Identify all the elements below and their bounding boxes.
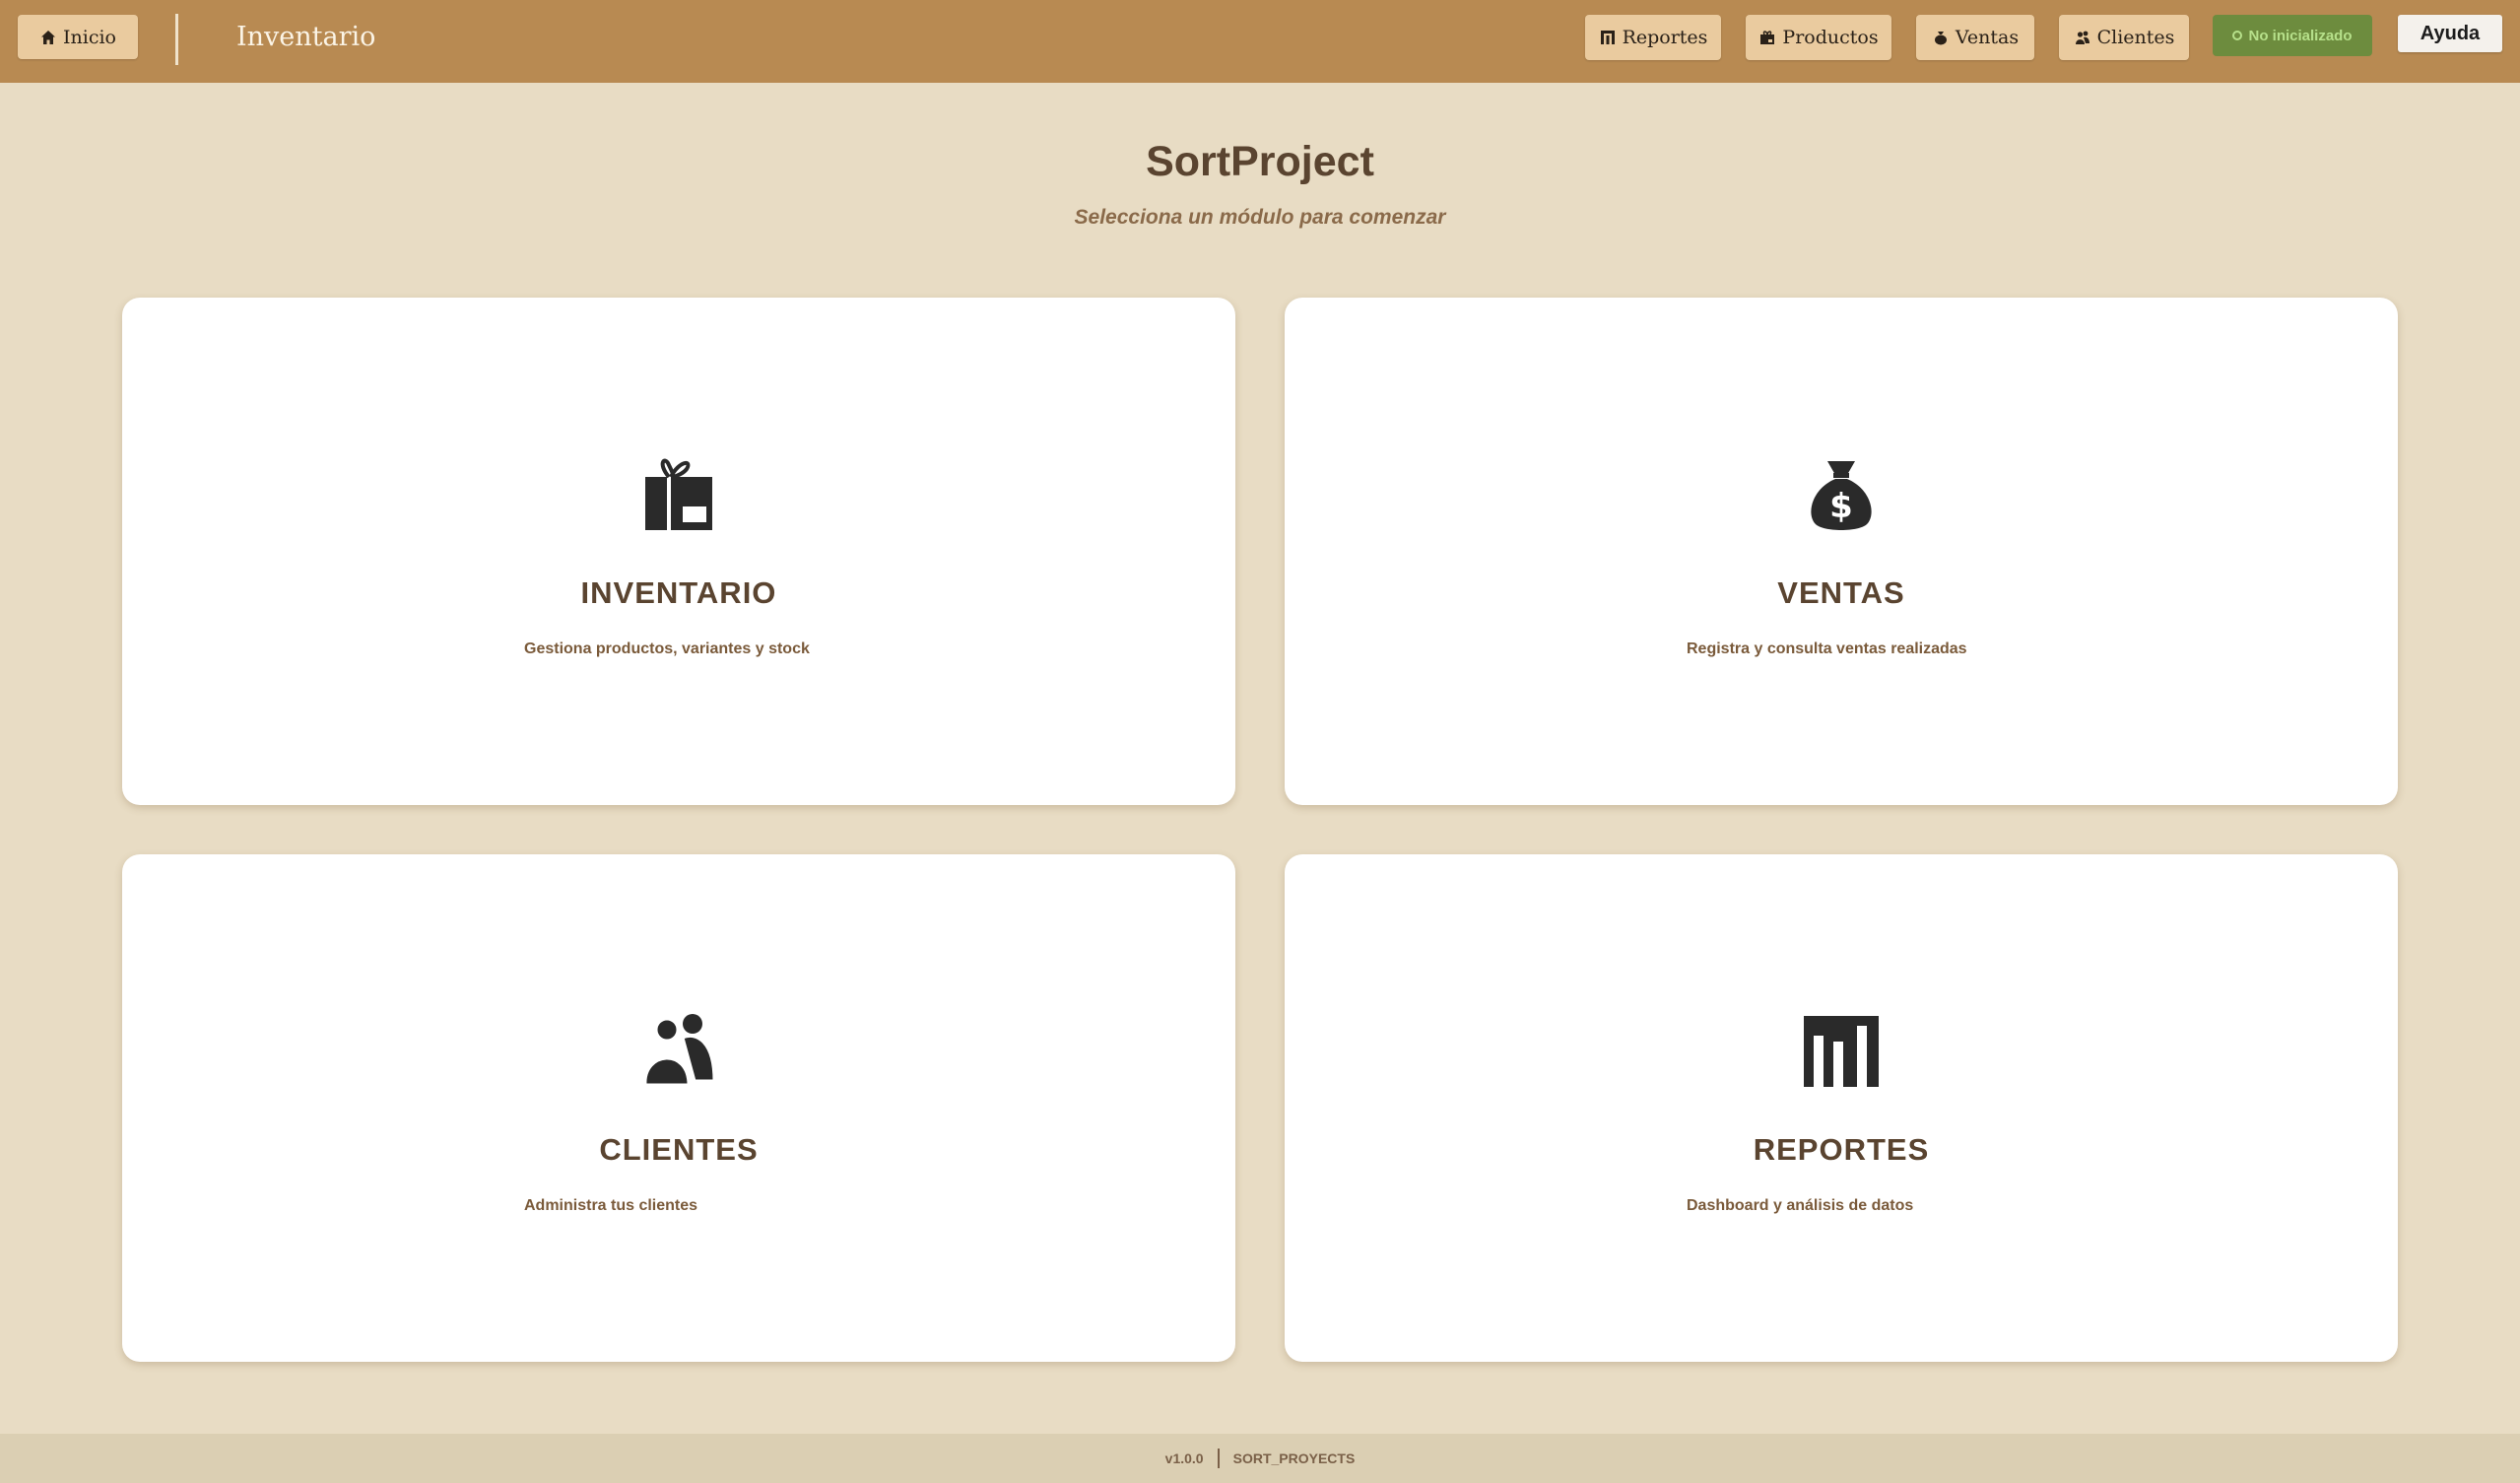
nav-productos-label: Productos — [1782, 27, 1879, 48]
page-subtitle: Selecciona un módulo para comenzar — [1074, 206, 1446, 229]
bar-chart-icon — [1285, 1012, 2398, 1091]
nav-reportes-label: Reportes — [1622, 27, 1708, 48]
nav-clientes-button[interactable]: Clientes — [2059, 15, 2189, 60]
brand-label: SORT_PROYECTS — [1232, 1450, 1356, 1466]
module-card-reportes[interactable]: REPORTES Dashboard y análisis de datos — [1285, 854, 2398, 1362]
header-divider — [175, 14, 178, 65]
footer-divider — [1217, 1449, 1220, 1468]
home-button[interactable]: Inicio — [18, 15, 138, 59]
status-circle-icon — [2232, 31, 2243, 40]
nav-ventas-label: Ventas — [1955, 27, 2020, 48]
status-badge: No inicializado — [2213, 15, 2372, 56]
footer: v1.0.0 SORT_PROYECTS — [0, 1434, 2520, 1483]
bar-chart-icon — [1599, 29, 1617, 46]
module-title: INVENTARIO — [580, 575, 777, 610]
home-icon — [39, 29, 57, 46]
money-bag-icon: $ — [1285, 455, 2398, 534]
help-button[interactable]: Ayuda — [2398, 15, 2502, 52]
breadcrumb: Inventario — [236, 22, 376, 52]
gift-box-icon — [122, 455, 1235, 534]
nav-clientes-label: Clientes — [2096, 27, 2175, 48]
module-title: REPORTES — [1753, 1132, 1930, 1167]
module-description: Dashboard y análisis de datos — [1687, 1197, 1914, 1214]
nav-reportes-button[interactable]: Reportes — [1585, 15, 1721, 60]
people-icon — [2074, 29, 2091, 46]
svg-text:$: $ — [1829, 487, 1853, 526]
top-bar: Inicio Inventario Reportes Productos Ven… — [0, 0, 2520, 83]
module-description: Registra y consulta ventas realizadas — [1687, 640, 1967, 657]
module-card-inventario[interactable]: INVENTARIO Gestiona productos, variantes… — [122, 298, 1235, 805]
nav-productos-button[interactable]: Productos — [1746, 15, 1891, 60]
module-title: VENTAS — [1777, 575, 1905, 610]
home-button-label: Inicio — [63, 26, 116, 48]
version-label: v1.0.0 — [1164, 1450, 1204, 1466]
page-title: SortProject — [1146, 138, 1374, 185]
status-label: No inicializado — [2248, 27, 2353, 44]
money-bag-icon — [1932, 29, 1950, 46]
module-title: CLIENTES — [599, 1132, 759, 1167]
module-description: Administra tus clientes — [524, 1197, 698, 1214]
module-description: Gestiona productos, variantes y stock — [524, 640, 810, 657]
nav-ventas-button[interactable]: Ventas — [1916, 15, 2034, 60]
people-icon — [122, 1012, 1235, 1091]
module-card-clientes[interactable]: CLIENTES Administra tus clientes — [122, 854, 1235, 1362]
package-icon — [1758, 29, 1776, 46]
module-card-ventas[interactable]: $ VENTAS Registra y consulta ventas real… — [1285, 298, 2398, 805]
